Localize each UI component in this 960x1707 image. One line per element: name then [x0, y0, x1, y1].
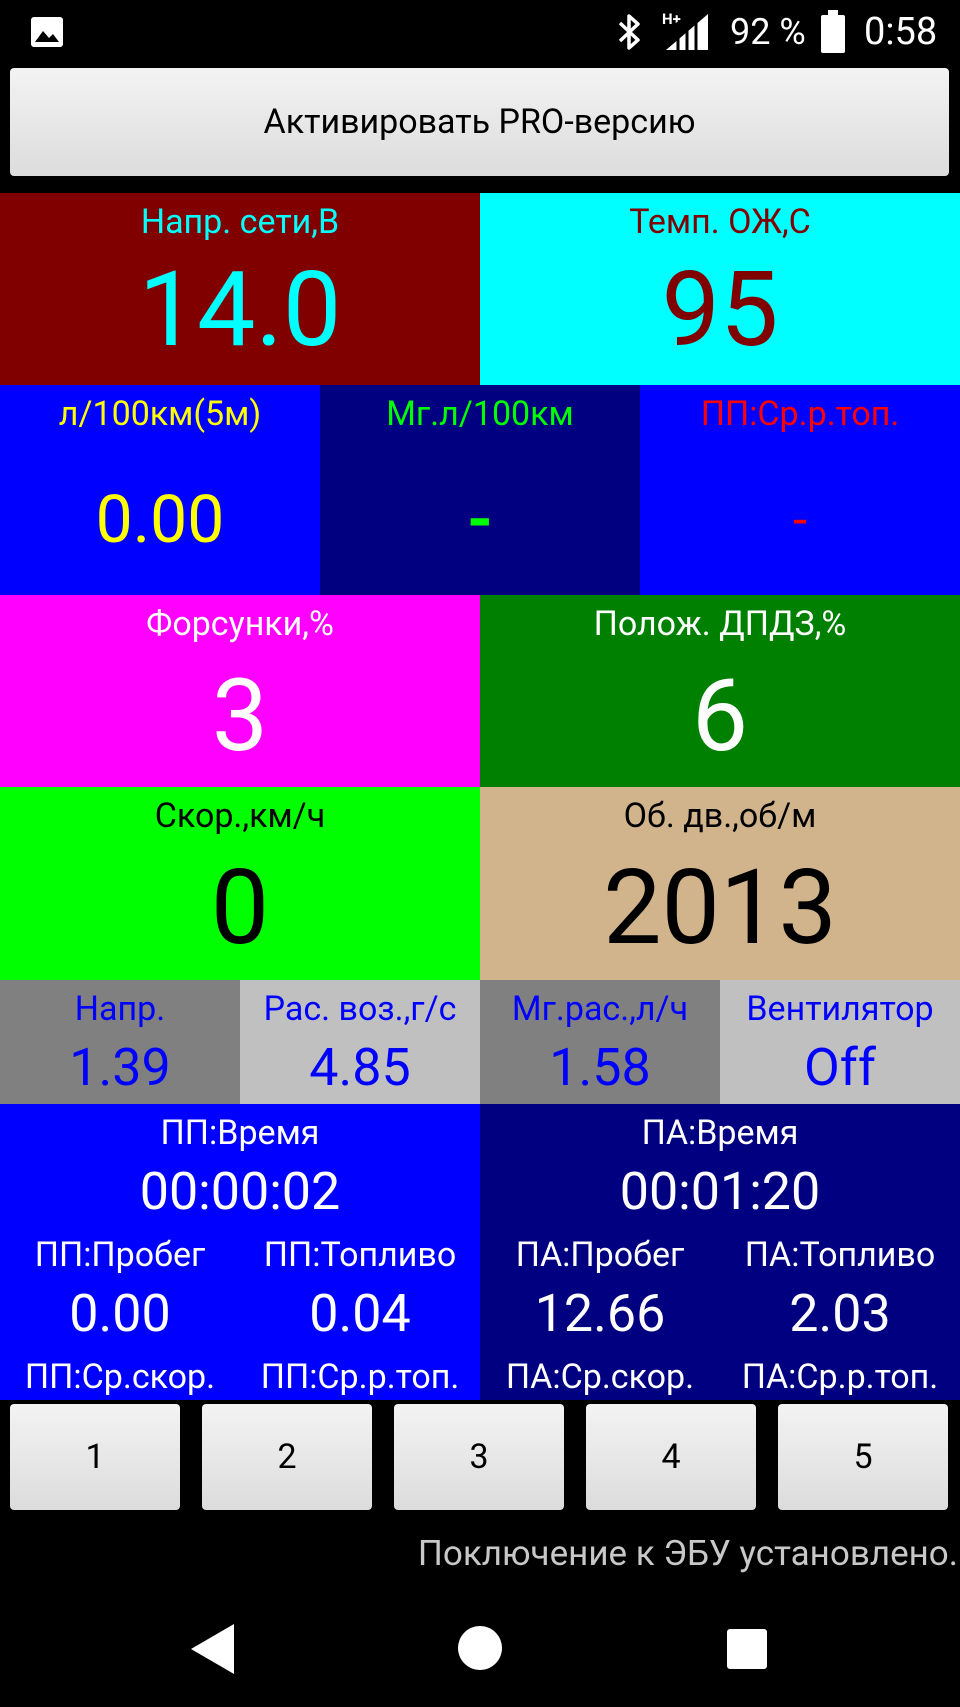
total-fuel-value: 2.03 — [789, 1283, 891, 1344]
injectors-value: 3 — [211, 658, 269, 775]
airflow-tile: Рас. воз.,г/с 4.85 — [240, 980, 480, 1104]
rpm-value: 2013 — [603, 848, 837, 969]
clock: 0:58 — [864, 10, 938, 54]
trip-time-label: ПП:Время — [160, 1113, 320, 1153]
page-2-button[interactable]: 2 — [202, 1404, 372, 1510]
trip-fuel-value: 0.04 — [309, 1283, 411, 1344]
airflow-value: 4.85 — [309, 1037, 411, 1098]
instant-rate-tile: Мг.рас.,л/ч 1.58 — [480, 980, 720, 1104]
fan-label: Вентилятор — [746, 989, 934, 1029]
fuel-5min-tile: л/100км(5м) 0.00 — [0, 385, 320, 595]
instant-fuel-value: - — [466, 482, 493, 559]
navigation-bar — [0, 1588, 960, 1707]
instant-rate-label: Мг.рас.,л/ч — [511, 989, 689, 1029]
throttle-position-value: 6 — [691, 658, 749, 775]
injectors-label: Форсунки,% — [146, 604, 334, 644]
page-4-button[interactable]: 4 — [586, 1404, 756, 1510]
trip-panel: ПП:Время 00:00:02 ПП:Пробег ПП:Топливо 0… — [0, 1104, 480, 1400]
page-1-button[interactable]: 1 — [10, 1404, 180, 1510]
activate-pro-button[interactable]: Активировать PRO-версию — [10, 68, 949, 176]
page-5-button[interactable]: 5 — [778, 1404, 948, 1510]
battery-icon — [820, 10, 846, 58]
trip-distance-value: 0.00 — [69, 1283, 171, 1344]
sensor-voltage-tile: Напр. 1.39 — [0, 980, 240, 1104]
total-distance-value: 12.66 — [534, 1283, 666, 1344]
total-time-value: 00:01:20 — [619, 1161, 821, 1222]
coolant-temp-value: 95 — [661, 250, 779, 371]
speed-value: 0 — [210, 848, 270, 969]
connection-status-message: Поключение к ЭБУ установлено. — [417, 1533, 958, 1574]
battery-percent: 92 % — [730, 11, 806, 53]
throttle-position-tile: Полож. ДПДЗ,% 6 — [480, 595, 960, 787]
bluetooth-icon — [614, 12, 644, 56]
throttle-position-label: Полож. ДПДЗ,% — [593, 604, 847, 644]
sensor-voltage-label: Напр. — [74, 989, 166, 1029]
back-button-icon[interactable] — [188, 1622, 236, 1680]
speed-label: Скор.,км/ч — [154, 796, 326, 836]
instant-fuel-tile: Мг.л/100км - — [320, 385, 640, 595]
voltage-tile: Напр. сети,В 14.0 — [0, 193, 480, 385]
home-button-icon[interactable] — [456, 1624, 504, 1676]
status-bar: H+ 92 % 0:58 — [0, 0, 960, 64]
fan-tile: Вентилятор Off — [720, 980, 960, 1104]
airflow-label: Рас. воз.,г/с — [263, 989, 457, 1029]
sensor-voltage-value: 1.39 — [69, 1037, 171, 1098]
fuel-5min-label: л/100км(5м) — [58, 394, 262, 434]
page-3-button[interactable]: 3 — [394, 1404, 564, 1510]
trip-time-value: 00:00:02 — [139, 1161, 341, 1222]
total-avg-fuel-rate-label: ПА:Ср.р.топ. — [741, 1357, 939, 1397]
instant-rate-value: 1.58 — [549, 1037, 651, 1098]
trip-fuel-label: ПП:Топливо — [263, 1235, 457, 1275]
injectors-tile: Форсунки,% 3 — [0, 595, 480, 787]
total-time-label: ПА:Время — [641, 1113, 799, 1153]
rpm-tile: Об. дв.,об/м 2013 — [480, 787, 960, 980]
trip-distance-label: ПП:Пробег — [34, 1235, 206, 1275]
total-distance-label: ПА:Пробег — [515, 1235, 685, 1275]
recents-button-icon[interactable] — [726, 1628, 768, 1674]
trip-avg-fuel-value: - — [793, 492, 807, 550]
coolant-temp-label: Темп. ОЖ,С — [629, 202, 811, 242]
instant-fuel-label: Мг.л/100км — [386, 394, 574, 434]
gallery-notification-icon — [30, 16, 64, 52]
trip-avg-fuel-rate-label: ПП:Ср.р.топ. — [260, 1357, 460, 1397]
trip-avg-speed-label: ПП:Ср.скор. — [24, 1357, 216, 1397]
speed-tile: Скор.,км/ч 0 — [0, 787, 480, 980]
trip-avg-fuel-tile: ПП:Ср.р.топ. - — [640, 385, 960, 595]
total-panel: ПА:Время 00:01:20 ПА:Пробег ПА:Топливо 1… — [480, 1104, 960, 1400]
fuel-5min-value: 0.00 — [95, 482, 225, 559]
signal-icon — [664, 12, 710, 56]
trip-avg-fuel-label: ПП:Ср.р.топ. — [700, 394, 900, 434]
voltage-value: 14.0 — [138, 250, 342, 371]
total-avg-speed-label: ПА:Ср.скор. — [505, 1357, 695, 1397]
voltage-label: Напр. сети,В — [140, 202, 340, 242]
coolant-temp-tile: Темп. ОЖ,С 95 — [480, 193, 960, 385]
fan-value: Off — [804, 1037, 876, 1098]
total-fuel-label: ПА:Топливо — [744, 1235, 936, 1275]
rpm-label: Об. дв.,об/м — [623, 796, 817, 836]
